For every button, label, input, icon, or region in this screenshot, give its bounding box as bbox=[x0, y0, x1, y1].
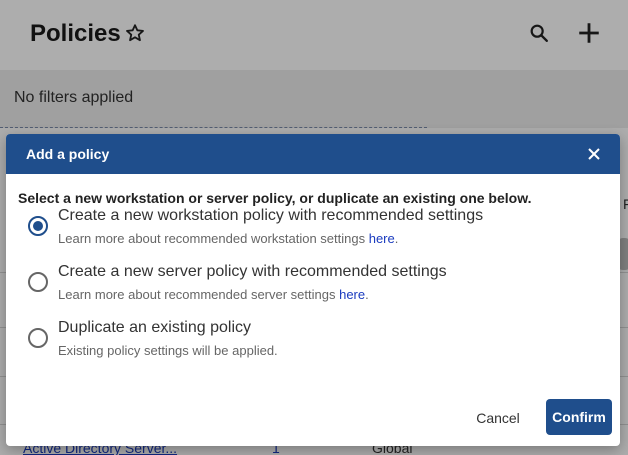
option-desc-text: Learn more about recommended server sett… bbox=[58, 287, 340, 302]
confirm-button[interactable]: Confirm bbox=[546, 399, 612, 435]
close-icon-glyph bbox=[588, 148, 600, 160]
dialog-instructions: Select a new workstation or server polic… bbox=[18, 190, 532, 206]
option-desc-text: Learn more about recommended workstation… bbox=[58, 231, 369, 246]
option-desc-suffix: . bbox=[394, 231, 399, 246]
add-policy-dialog: Add a policy Select a new workstation or… bbox=[6, 134, 620, 446]
option-server-policy[interactable]: Create a new server policy with recommen… bbox=[18, 262, 608, 318]
option-duplicate-policy[interactable]: Duplicate an existing policy Existing po… bbox=[18, 318, 608, 374]
option-title: Create a new workstation policy with rec… bbox=[58, 207, 484, 224]
dialog-header: Add a policy bbox=[6, 134, 620, 174]
radio-duplicate[interactable] bbox=[28, 328, 48, 348]
option-description: Existing policy settings will be applied… bbox=[58, 343, 278, 358]
option-title: Duplicate an existing policy bbox=[58, 319, 251, 336]
close-icon[interactable] bbox=[586, 146, 602, 162]
dialog-body: Select a new workstation or server polic… bbox=[6, 174, 620, 374]
option-desc-text: Existing policy settings will be applied… bbox=[58, 343, 278, 358]
option-text: Create a new workstation policy with rec… bbox=[58, 206, 483, 246]
option-description: Learn more about recommended server sett… bbox=[58, 287, 447, 302]
option-text: Duplicate an existing policy Existing po… bbox=[58, 318, 278, 358]
radio-workstation[interactable] bbox=[28, 216, 48, 236]
option-desc-suffix: . bbox=[365, 287, 369, 302]
learn-more-link[interactable]: here bbox=[369, 231, 395, 246]
learn-more-link[interactable]: here bbox=[339, 287, 365, 302]
option-title: Create a new server policy with recommen… bbox=[58, 263, 447, 280]
cancel-button[interactable]: Cancel bbox=[460, 406, 536, 430]
radio-server[interactable] bbox=[28, 272, 48, 292]
dialog-footer: Cancel Confirm bbox=[6, 390, 620, 446]
option-description: Learn more about recommended workstation… bbox=[58, 231, 483, 246]
option-workstation-policy[interactable]: Create a new workstation policy with rec… bbox=[18, 206, 608, 262]
option-text: Create a new server policy with recommen… bbox=[58, 262, 447, 302]
dialog-title: Add a policy bbox=[26, 146, 110, 162]
